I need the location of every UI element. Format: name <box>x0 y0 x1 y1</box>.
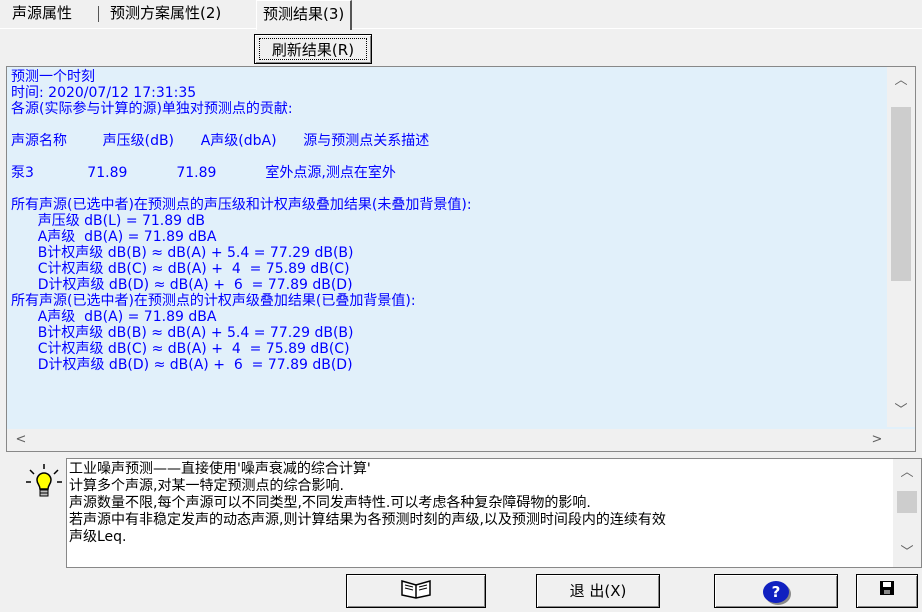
help-line: 声级Leq. <box>69 529 127 545</box>
save-icon <box>879 575 895 607</box>
result-line <box>11 149 881 165</box>
result-line: C计权声级 dB(C) ≈ dB(A) + 4 = 75.89 dB(C) <box>11 341 350 357</box>
help-line: 计算多个声源,对某一特定预测点的综合影响. <box>69 478 344 494</box>
help-icon: ? <box>763 580 789 603</box>
tab-scheme-properties[interactable]: 预测方案属性(2) <box>104 0 227 27</box>
scroll-down-arrow-icon[interactable]: ﹀ <box>893 403 909 419</box>
result-line: 声源名称 声压级(dB) A声级(dbA) 源与预测点关系描述 <box>11 133 430 149</box>
result-line: D计权声级 dB(D) ≈ dB(A) + 6 = 77.89 dB(D) <box>11 357 353 373</box>
help-scroll-thumb[interactable] <box>897 491 917 513</box>
tab-source-properties[interactable]: 声源属性 <box>6 0 78 27</box>
manual-button[interactable] <box>346 574 486 608</box>
result-line: B计权声级 dB(B) ≈ dB(A) + 5.4 = 77.29 dB(B) <box>11 245 354 261</box>
result-line: 所有声源(已选中者)在预测点的计权声级叠加结果(已叠加背景值): <box>11 293 416 309</box>
save-button[interactable] <box>856 574 918 608</box>
help-vertical-scrollbar[interactable]: ︿ ﹀ <box>893 459 921 567</box>
scroll-right-arrow-icon[interactable]: > <box>869 432 885 448</box>
result-line: C计权声级 dB(C) ≈ dB(A) + 4 = 75.89 dB(C) <box>11 261 350 277</box>
result-line <box>11 181 881 197</box>
results-vertical-scrollbar[interactable]: ︿ ﹀ <box>887 67 915 427</box>
results-horizontal-scrollbar[interactable]: < > <box>7 429 887 451</box>
results-text: 预测一个时刻 时间: 2020/07/12 17:31:35 各源(实际参与计算的源… <box>11 69 881 373</box>
help-line: 声源数量不限,每个声源可以不同类型,不同发声特性.可以考虑各种复杂障碍物的影响. <box>69 495 591 511</box>
result-line: D计权声级 dB(D) ≈ dB(A) + 6 = 77.89 dB(D) <box>11 277 353 293</box>
exit-button[interactable]: 退 出(X) <box>536 574 660 608</box>
refresh-results-label: 刷新结果(R) <box>259 38 367 60</box>
scroll-up-arrow-icon[interactable]: ︿ <box>893 73 909 89</box>
scroll-thumb[interactable] <box>891 107 911 281</box>
tab-baseline <box>0 28 922 29</box>
result-line: 预测一个时刻 <box>11 69 95 85</box>
result-line: A声级 dB(A) = 71.89 dBA <box>11 309 217 325</box>
help-scroll-up-arrow-icon[interactable]: ︿ <box>899 465 915 481</box>
result-line: 声压级 dB(L) = 71.89 dB <box>11 213 206 229</box>
refresh-results-button[interactable]: 刷新结果(R) <box>254 34 372 64</box>
results-panel: 预测一个时刻 时间: 2020/07/12 17:31:35 各源(实际参与计算的源… <box>6 66 916 452</box>
lightbulb-icon <box>22 462 66 502</box>
result-line: B计权声级 dB(B) ≈ dB(A) + 5.4 = 77.29 dB(B) <box>11 325 354 341</box>
help-text: 工业噪声预测——直接使用'噪声衰减的综合计算' 计算多个声源,对某一特定预测点的… <box>69 461 889 546</box>
tab-separator <box>98 6 99 22</box>
book-icon <box>398 577 434 610</box>
result-line: 时间: 2020/07/12 17:31:35 <box>11 85 197 101</box>
result-line: A声级 dB(A) = 71.89 dBA <box>11 229 217 245</box>
result-line <box>11 117 881 133</box>
help-line: 若声源中有非稳定发声的动态声源,则计算结果为各预测时刻的声级,以及预测时间段内的… <box>69 512 666 528</box>
help-scroll-down-arrow-icon[interactable]: ﹀ <box>899 545 915 561</box>
result-line: 所有声源(已选中者)在预测点的声压级和计权声级叠加结果(未叠加背景值): <box>11 197 472 213</box>
help-description-panel: 工业噪声预测——直接使用'噪声衰减的综合计算' 计算多个声源,对某一特定预测点的… <box>66 458 922 568</box>
tab-strip: 声源属性 预测方案属性(2) 预测结果(3) <box>0 0 922 30</box>
scroll-left-arrow-icon[interactable]: < <box>13 432 29 448</box>
help-line: 工业噪声预测——直接使用'噪声衰减的综合计算' <box>69 461 371 477</box>
help-button[interactable]: ? <box>714 574 838 608</box>
result-line: 泵3 71.89 71.89 室外点源,测点在室外 <box>11 165 396 181</box>
scrollbar-corner <box>887 429 915 451</box>
tab-prediction-results[interactable]: 预测结果(3) <box>256 0 353 30</box>
result-line: 各源(实际参与计算的源)单独对预测点的贡献: <box>11 101 293 117</box>
